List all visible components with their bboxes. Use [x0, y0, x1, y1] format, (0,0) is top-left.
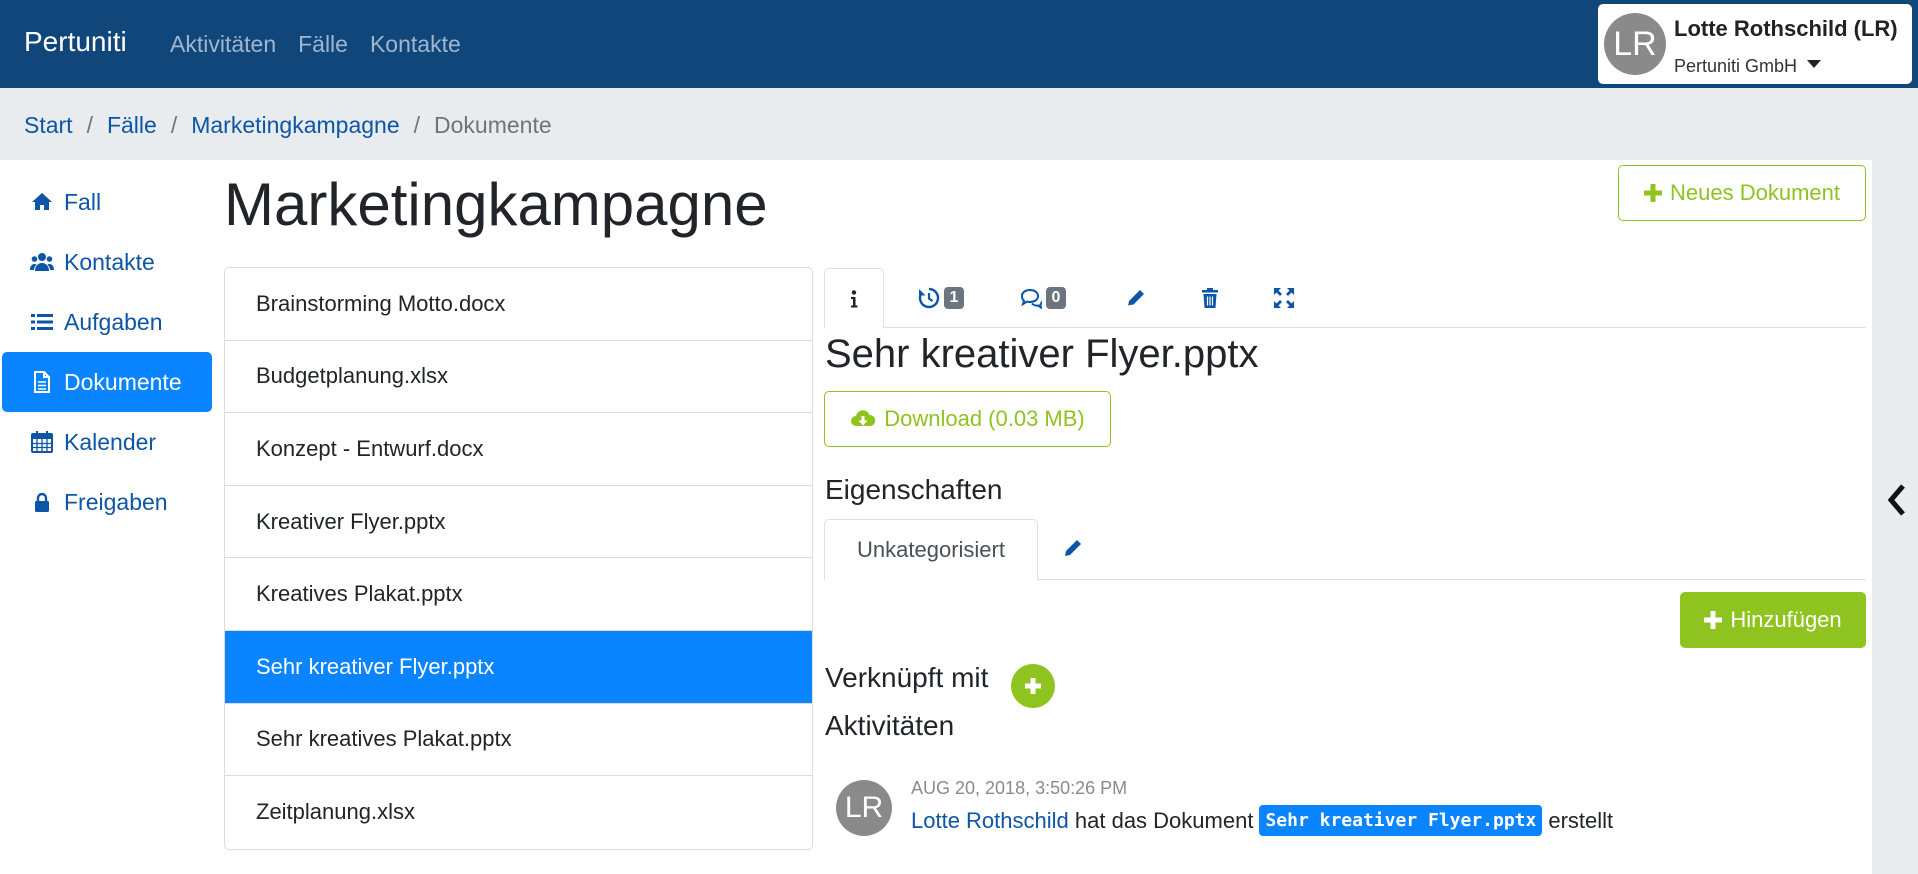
- home-icon: [32, 193, 52, 210]
- document-title: Sehr kreativer Flyer.pptx: [825, 332, 1259, 376]
- breadcrumb: Start / Fälle / Marketingkampagne / Doku…: [24, 112, 552, 139]
- document-tabs: 1 0: [824, 268, 1866, 329]
- activity-user-link[interactable]: Lotte Rothschild: [911, 808, 1069, 834]
- breadcrumb-start[interactable]: Start: [24, 112, 73, 139]
- top-navbar: Pertuniti Aktivitäten Fälle Kontakte LR …: [0, 0, 1918, 88]
- pencil-icon: [1127, 290, 1144, 307]
- breadcrumb-current: Dokumente: [434, 112, 552, 138]
- sidebar-item-label: Fall: [64, 188, 102, 215]
- brand-logo[interactable]: Pertuniti: [24, 26, 127, 58]
- sidebar-item-label: Kontakte: [64, 248, 155, 275]
- calendar-icon: [31, 431, 53, 453]
- user-company: Pertuniti GmbH: [1674, 56, 1822, 77]
- history-count-badge: 1: [943, 287, 965, 309]
- users-icon: [30, 253, 54, 271]
- activity-timestamp: AUG 20, 2018, 3:50:26 PM: [911, 778, 1128, 798]
- main-content: Fall Kontakte Aufgaben Dokumente Kalende…: [0, 160, 1872, 874]
- plus-icon: [1025, 678, 1041, 694]
- cloud-download-icon: [851, 410, 876, 426]
- history-icon: [918, 287, 939, 309]
- sidebar-item-label: Freigaben: [64, 488, 168, 515]
- sidebar-item-calendar[interactable]: Kalender: [2, 412, 212, 472]
- caret-down-icon[interactable]: [1807, 60, 1822, 69]
- sidebar: Fall Kontakte Aufgaben Dokumente Kalende…: [2, 172, 212, 532]
- comments-count-badge: 0: [1045, 287, 1067, 309]
- sidebar-item-tasks[interactable]: Aufgaben: [2, 292, 212, 352]
- list-item[interactable]: Zeitplanung.xlsx: [225, 776, 812, 849]
- activity-text-before: hat das Dokument: [1074, 807, 1254, 833]
- tab-delete[interactable]: [1182, 268, 1238, 328]
- sidebar-item-documents[interactable]: Dokumente: [2, 352, 212, 412]
- activity-text: Lotte Rothschild hat das Dokument Sehr k…: [911, 805, 1613, 836]
- linked-heading: Verknüpft mit: [825, 662, 989, 693]
- chevron-left-icon[interactable]: [1886, 482, 1908, 518]
- sidebar-item-case[interactable]: Fall: [2, 172, 212, 232]
- file-icon: [34, 371, 50, 393]
- nav-activities[interactable]: Aktivitäten: [170, 31, 276, 58]
- plus-icon: [1704, 611, 1723, 629]
- breadcrumb-separator: /: [170, 112, 178, 138]
- activity-avatar: LR: [836, 780, 892, 836]
- user-name: Lotte Rothschild (LR): [1674, 16, 1898, 41]
- property-tabs: Unkategorisiert: [824, 519, 1866, 581]
- expand-icon: [1274, 288, 1294, 308]
- add-link-button[interactable]: [1011, 664, 1055, 708]
- list-item[interactable]: Kreatives Plakat.pptx: [225, 558, 812, 631]
- nav-contacts[interactable]: Kontakte: [370, 31, 461, 58]
- new-document-label: Neues Dokument: [1670, 180, 1840, 205]
- comments-icon: [1020, 288, 1042, 309]
- info-icon: [851, 289, 858, 307]
- list-item[interactable]: Konzept - Entwurf.docx: [225, 413, 812, 486]
- properties-heading: Eigenschaften: [825, 474, 1003, 505]
- new-document-button[interactable]: Neues Dokument: [1618, 165, 1866, 221]
- top-nav: Aktivitäten Fälle Kontakte: [170, 31, 461, 58]
- list-item[interactable]: Kreativer Flyer.pptx: [225, 486, 812, 559]
- plus-icon: [1644, 184, 1662, 202]
- activities-heading: Aktivitäten: [825, 710, 955, 741]
- breadcrumb-case[interactable]: Marketingkampagne: [191, 112, 399, 139]
- tab-info[interactable]: [824, 268, 884, 329]
- sidebar-item-contacts[interactable]: Kontakte: [2, 232, 212, 292]
- add-property-button[interactable]: Hinzufügen: [1680, 592, 1866, 648]
- breadcrumb-separator: /: [86, 112, 93, 138]
- sidebar-item-label: Dokumente: [64, 368, 182, 395]
- list-item-selected[interactable]: Sehr kreativer Flyer.pptx: [225, 630, 812, 704]
- list-item[interactable]: Brainstorming Motto.docx: [225, 268, 812, 341]
- activity-text-after: erstellt: [1548, 807, 1614, 833]
- document-list: Brainstorming Motto.docx Budgetplanung.x…: [224, 267, 813, 850]
- list-icon: [31, 314, 53, 330]
- download-button[interactable]: Download (0.03 MB): [824, 391, 1111, 447]
- add-label: Hinzufügen: [1730, 607, 1842, 632]
- pencil-icon: [1065, 540, 1081, 556]
- list-item[interactable]: Budgetplanung.xlsx: [225, 341, 812, 414]
- tab-history[interactable]: 1: [904, 268, 978, 328]
- tab-comments[interactable]: 0: [1000, 268, 1086, 328]
- user-menu[interactable]: LR Lotte Rothschild (LR) Pertuniti GmbH: [1598, 4, 1912, 84]
- trash-icon: [1202, 288, 1218, 308]
- list-item[interactable]: Sehr kreatives Plakat.pptx: [225, 704, 812, 777]
- tab-uncategorized[interactable]: Unkategorisiert: [824, 519, 1038, 581]
- nav-cases[interactable]: Fälle: [298, 31, 348, 58]
- breadcrumb-separator: /: [413, 112, 421, 138]
- download-label: Download (0.03 MB): [884, 406, 1085, 431]
- page-title: Marketingkampagne: [224, 171, 768, 238]
- sidebar-item-label: Aufgaben: [64, 308, 163, 335]
- tab-fullscreen[interactable]: [1256, 268, 1312, 328]
- breadcrumb-cases[interactable]: Fälle: [107, 112, 157, 139]
- sidebar-item-label: Kalender: [64, 428, 157, 455]
- edit-categories-button[interactable]: [1062, 537, 1084, 564]
- sidebar-item-shares[interactable]: Freigaben: [2, 472, 212, 532]
- tab-edit[interactable]: [1108, 268, 1164, 328]
- lock-icon: [35, 492, 49, 512]
- activity-document-tag[interactable]: Sehr kreativer Flyer.pptx: [1259, 805, 1543, 836]
- user-avatar: LR: [1604, 13, 1666, 75]
